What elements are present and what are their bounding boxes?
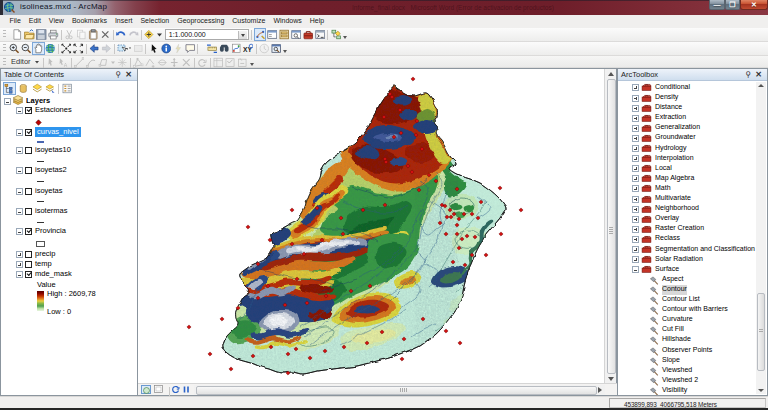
svg-text:XY: XY <box>243 46 252 53</box>
